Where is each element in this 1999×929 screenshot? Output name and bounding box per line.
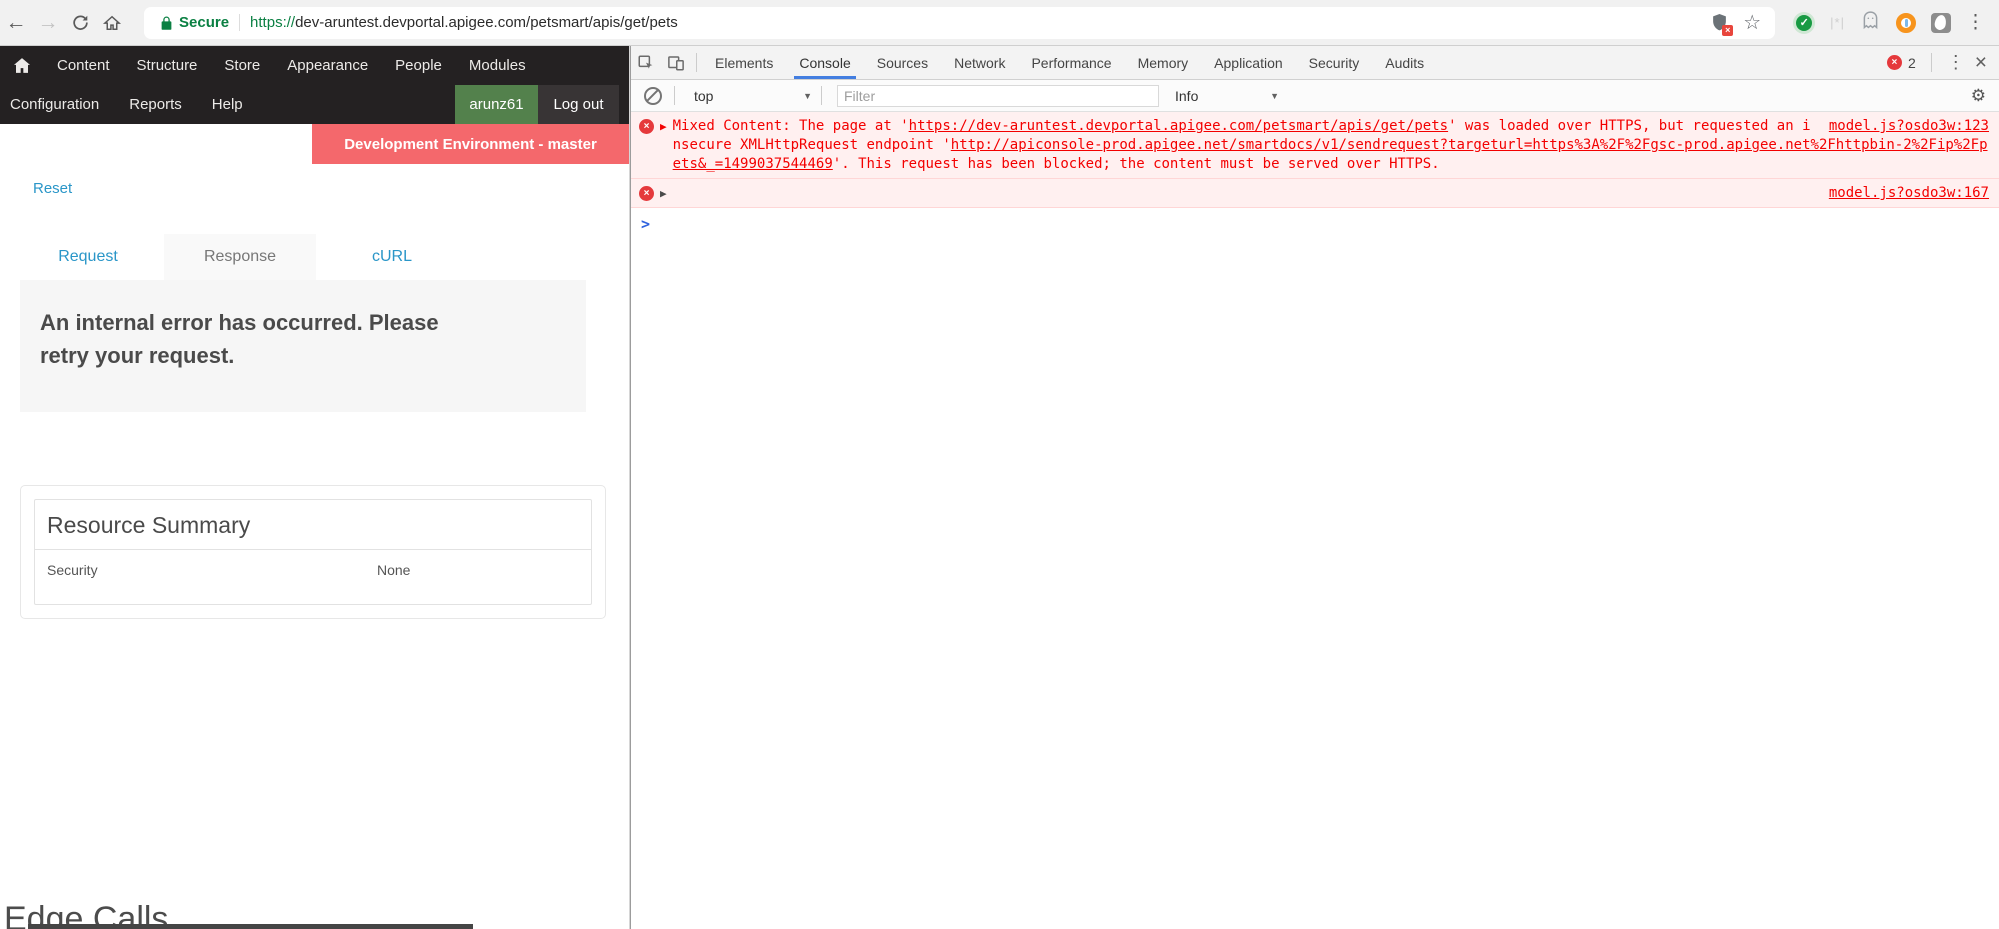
- error-count-badge[interactable]: × 2: [1887, 55, 1916, 71]
- context-select-value: top: [694, 88, 713, 104]
- url-bar[interactable]: Secure https://dev-aruntest.devportal.ap…: [144, 7, 1775, 39]
- admin-menu-modules[interactable]: Modules: [469, 57, 526, 74]
- main-split: Content Structure Store Appearance Peopl…: [0, 46, 1999, 929]
- admin-menu-help[interactable]: Help: [212, 96, 243, 113]
- tab-request[interactable]: Request: [12, 234, 164, 280]
- extension-ghost-icon[interactable]: [1860, 9, 1881, 36]
- url-scheme: https://: [250, 14, 295, 31]
- environment-banner: Development Environment - master: [312, 124, 629, 164]
- drupal-admin-toolbar: Content Structure Store Appearance Peopl…: [0, 46, 629, 124]
- extensions-area: ✓ |*| ⋮: [1775, 9, 1999, 36]
- tab-response[interactable]: Response: [164, 234, 316, 280]
- extension-disabled-icon[interactable]: |*|: [1830, 15, 1845, 30]
- error-icon: ×: [639, 186, 654, 201]
- admin-menu-appearance[interactable]: Appearance: [287, 57, 368, 74]
- expand-arrow-icon[interactable]: ▶: [660, 184, 667, 203]
- admin-menu-people[interactable]: People: [395, 57, 442, 74]
- console-error-message-collapsed: × ▶ model.js?osdo3w:167: [631, 179, 1999, 208]
- console-filter-input[interactable]: [837, 85, 1159, 107]
- console-output: × ▶ model.js?osdo3w:123Mixed Content: Th…: [631, 112, 1999, 929]
- inspect-element-icon[interactable]: [631, 46, 661, 79]
- expand-arrow-icon[interactable]: ▶: [660, 117, 667, 136]
- resource-summary-row: Security None: [35, 550, 591, 604]
- url-text[interactable]: https://dev-aruntest.devportal.apigee.co…: [250, 14, 1711, 31]
- resource-summary-card: Resource Summary Security None: [20, 485, 606, 619]
- console-prompt-icon: >: [641, 215, 650, 234]
- resource-summary-title: Resource Summary: [35, 500, 591, 550]
- extension-vpn-icon[interactable]: [1896, 13, 1916, 33]
- resource-summary-security-value: None: [377, 562, 410, 578]
- caret-down-icon: ▼: [1270, 91, 1279, 101]
- bookmark-star-icon[interactable]: ☆: [1743, 10, 1761, 35]
- api-console-tabs: Request Response cURL: [12, 234, 629, 280]
- drupal-home-icon[interactable]: [14, 58, 30, 73]
- reload-icon[interactable]: [64, 0, 96, 46]
- devtools-tab-performance[interactable]: Performance: [1018, 46, 1124, 79]
- url-divider: [239, 14, 240, 31]
- resource-summary-security-label: Security: [47, 562, 377, 578]
- error-badge-icon: ×: [1887, 55, 1902, 70]
- console-error-message: × ▶ model.js?osdo3w:123Mixed Content: Th…: [631, 112, 1999, 179]
- source-link[interactable]: model.js?osdo3w:123: [1829, 117, 1989, 136]
- admin-menu-structure[interactable]: Structure: [137, 57, 198, 74]
- blocked-x-badge: ×: [1722, 25, 1733, 36]
- devtools-tab-application[interactable]: Application: [1201, 46, 1296, 79]
- admin-menu-configuration[interactable]: Configuration: [10, 96, 99, 113]
- source-link[interactable]: model.js?osdo3w:167: [1829, 184, 1989, 203]
- devtools-tabbar: Elements Console Sources Network Perform…: [631, 46, 1999, 80]
- browser-menu-icon[interactable]: ⋮: [1966, 13, 1985, 33]
- devtools-tab-security[interactable]: Security: [1296, 46, 1373, 79]
- caret-down-icon: ▼: [803, 91, 812, 101]
- devtools-panel: Elements Console Sources Network Perform…: [630, 46, 1999, 929]
- browser-toolbar: ← → Secure https://dev-aruntest.devporta…: [0, 0, 1999, 46]
- console-prompt-row[interactable]: >: [631, 208, 1999, 241]
- extension-gray-icon[interactable]: [1931, 13, 1951, 33]
- devtools-tab-network[interactable]: Network: [941, 46, 1018, 79]
- devtools-tab-console[interactable]: Console: [786, 46, 863, 79]
- secure-chip[interactable]: Secure: [179, 14, 229, 31]
- lock-icon: [160, 15, 173, 31]
- log-level-value: Info: [1175, 88, 1198, 104]
- tabbar-divider: [696, 53, 697, 72]
- url-host-path: dev-aruntest.devportal.apigee.com/petsma…: [295, 14, 678, 31]
- response-error-panel: An internal error has occurred. Please r…: [20, 280, 586, 412]
- response-error-text: An internal error has occurred. Please r…: [40, 306, 440, 372]
- extension-check-icon[interactable]: ✓: [1793, 12, 1815, 34]
- screen: ← → Secure https://dev-aruntest.devporta…: [0, 0, 1999, 929]
- admin-menu-reports[interactable]: Reports: [129, 96, 182, 113]
- reset-link[interactable]: Reset: [33, 180, 72, 197]
- logout-button[interactable]: Log out: [538, 85, 619, 124]
- bottom-strip: [28, 924, 473, 929]
- devtools-tab-elements[interactable]: Elements: [702, 46, 786, 79]
- admin-menu-store[interactable]: Store: [224, 57, 260, 74]
- devtools-tab-audits[interactable]: Audits: [1372, 46, 1437, 79]
- error-count: 2: [1908, 55, 1916, 71]
- devtools-menu-icon[interactable]: ⋮: [1947, 52, 1965, 73]
- home-icon[interactable]: [96, 0, 128, 46]
- device-toolbar-icon[interactable]: [661, 46, 691, 79]
- context-select[interactable]: top ▼: [690, 88, 816, 104]
- devtools-close-icon[interactable]: ×: [1975, 53, 1987, 73]
- admin-menu-content[interactable]: Content: [57, 57, 110, 74]
- devtools-tab-sources[interactable]: Sources: [864, 46, 941, 79]
- console-toolbar: top ▼ Info ▼ ⚙: [631, 80, 1999, 112]
- user-account-button[interactable]: arunz61: [455, 85, 538, 124]
- error-icon: ×: [639, 119, 654, 134]
- log-level-select[interactable]: Info ▼: [1171, 88, 1283, 104]
- blocked-content-shield-icon[interactable]: ×: [1711, 12, 1729, 34]
- forward-icon[interactable]: →: [32, 0, 64, 46]
- page-url-link[interactable]: https://dev-aruntest.devportal.apigee.co…: [909, 118, 1448, 134]
- back-icon[interactable]: ←: [0, 0, 32, 46]
- tab-curl[interactable]: cURL: [316, 234, 468, 280]
- mixed-content-message: model.js?osdo3w:123Mixed Content: The pa…: [673, 117, 1989, 174]
- settings-gear-icon[interactable]: ⚙: [1971, 86, 1986, 106]
- devtools-tab-memory[interactable]: Memory: [1125, 46, 1202, 79]
- devportal-page: Content Structure Store Appearance Peopl…: [0, 46, 630, 929]
- clear-console-icon[interactable]: [644, 87, 662, 105]
